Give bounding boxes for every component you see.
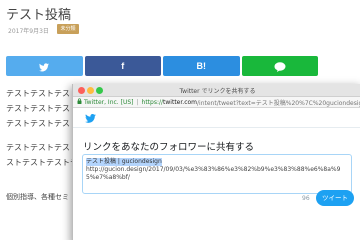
post-title: テスト投稿 <box>6 8 72 23</box>
url-host: twitter.com <box>163 98 198 106</box>
body-text-line: テストテストテスト <box>6 143 78 152</box>
hatena-share-button[interactable]: B! <box>163 56 240 76</box>
tweet-text-input[interactable]: テスト投稿 | guciondesign http://gucion.desig… <box>82 154 352 194</box>
twitter-header <box>73 108 360 128</box>
body-footer-text: 個別指導、各種セミ <box>6 193 69 201</box>
post-date: 2017年9月3日 <box>8 28 49 35</box>
body-text-line: テストテストテスト <box>6 104 78 113</box>
facebook-share-button[interactable]: f <box>84 56 161 76</box>
hatena-label: B! <box>196 61 207 71</box>
lock-icon <box>77 98 82 106</box>
body-text-line: テストテストテスト <box>6 119 78 128</box>
facebook-label: f <box>121 61 125 71</box>
tweet-url-text: http://gucion.design/2017/09/03/%e3%83%8… <box>86 166 341 181</box>
character-counter: 96 <box>302 195 310 202</box>
category-badge[interactable]: 未分類 <box>57 24 79 34</box>
url-separator: | <box>136 98 139 106</box>
twitter-bird-icon <box>39 57 50 76</box>
share-buttons: f B! <box>6 56 318 76</box>
site-identity: Twitter, Inc. [US] <box>84 98 134 106</box>
twitter-share-window: Twitter でリンクを共有する Twitter, Inc. [US] | h… <box>72 84 360 240</box>
url-protocol: https:// <box>141 98 164 106</box>
twitter-logo-icon[interactable] <box>85 108 96 127</box>
line-share-button[interactable] <box>241 56 318 76</box>
share-heading: リンクをあなたのフォロワーに共有する <box>83 142 255 153</box>
tweet-button[interactable]: ツイート <box>316 190 354 206</box>
window-titlebar[interactable]: Twitter でリンクを共有する <box>73 84 360 97</box>
body-text-line: テストテストテスト <box>6 89 78 98</box>
twitter-share-button[interactable] <box>6 56 83 76</box>
window-title: Twitter でリンクを共有する <box>179 88 256 95</box>
line-icon <box>274 57 286 76</box>
address-bar[interactable]: Twitter, Inc. [US] | https:// twitter.co… <box>73 97 360 108</box>
tweet-text-selected: テスト投稿 | guciondesign <box>86 158 162 166</box>
body-text-line: ストテストテストテ <box>6 158 78 167</box>
url-path: /intent/tweet?text=テスト投稿%20%7C%20guciond… <box>197 99 360 107</box>
